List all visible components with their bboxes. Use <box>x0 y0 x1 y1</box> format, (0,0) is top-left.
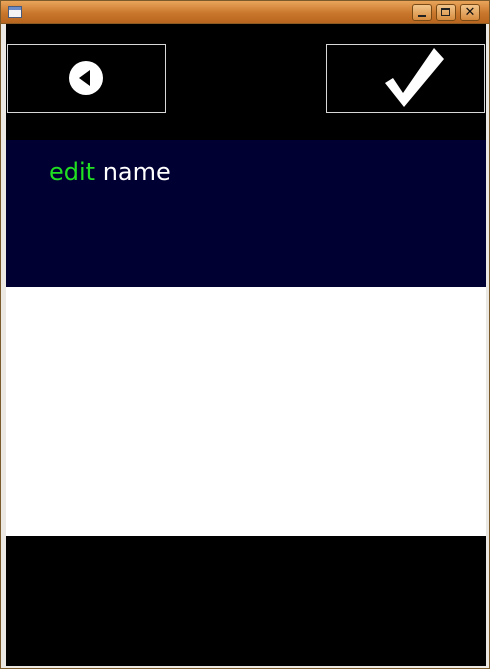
back-button[interactable] <box>7 44 166 113</box>
checkmark-icon <box>385 48 444 107</box>
app-content: edit name <box>6 24 486 666</box>
confirm-button[interactable] <box>326 44 485 113</box>
title-bar[interactable]: ✕ <box>1 1 489 24</box>
footer-panel <box>6 536 486 666</box>
page-header: edit name <box>6 140 486 287</box>
maximize-button[interactable] <box>436 4 456 21</box>
back-arrow-icon <box>69 61 103 95</box>
toolbar <box>6 24 486 140</box>
app-window: ✕ edit name <box>0 0 490 669</box>
page-title: edit name <box>49 158 171 186</box>
page-title-accent: edit <box>49 158 96 186</box>
close-icon: ✕ <box>464 5 476 20</box>
minimize-button[interactable] <box>412 4 432 21</box>
app-window-icon <box>8 6 22 18</box>
close-button[interactable]: ✕ <box>460 4 480 21</box>
page-title-main: name <box>102 158 171 186</box>
name-input[interactable] <box>6 287 486 536</box>
